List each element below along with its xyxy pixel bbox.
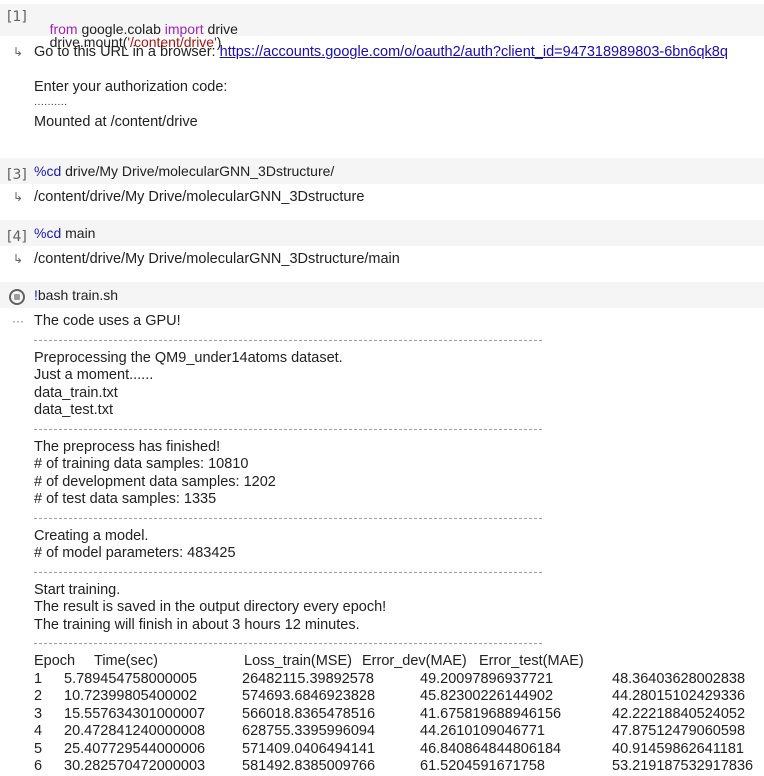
table-cell: 581492.8385009766 — [242, 758, 376, 774]
auth-code-field[interactable]: ·········· — [34, 96, 67, 114]
table-row: 3 15.557634301000007 566018.8365478516 41.6… — [34, 706, 753, 724]
table-cell: 26482115.39892578 — [242, 670, 374, 687]
code-cell-3[interactable]: [3] %cd drive/My Drive/molecularGNN_3Dst… — [0, 158, 764, 184]
log-line: # of test data samples: 1335 — [34, 491, 217, 507]
log-line: Creating a model. — [34, 527, 149, 544]
table-cell: 45.82300226144902 — [420, 688, 554, 704]
table-header-row: Epoch Time(sec) Loss_train(MSE) Error_de… — [34, 653, 584, 671]
table-row: 5 25.407729544000006 571409.0406494141 46.8… — [34, 741, 753, 759]
table-cell: 41.675819688946156 — [420, 705, 562, 722]
column-header: Loss_train(MSE) — [244, 653, 352, 669]
separator — [34, 339, 542, 342]
table-cell: 30.282570472000003 — [64, 758, 206, 774]
log-line: The result is saved in the output direct… — [34, 599, 387, 615]
table-cell: 47.87512479060598 — [612, 723, 746, 739]
log-line: The training will finish in about 3 hour… — [34, 616, 360, 633]
table-cell: 5 — [34, 740, 43, 757]
table-cell: 3 — [34, 705, 43, 722]
table-cell: 628755.3395996094 — [242, 723, 376, 739]
log-line: data_test.txt — [34, 402, 113, 418]
code-editor[interactable]: !bash train.sh — [34, 288, 118, 302]
column-header: Time(sec) — [94, 653, 158, 669]
table-cell: 42.22218840524052 — [612, 705, 746, 722]
table-cell: 4 — [34, 723, 43, 739]
cell-output-1: Go to this URL in a browser: https://acc… — [34, 44, 728, 62]
table-row: 4 20.472841240000008 628755.3395996094 44.2… — [34, 723, 753, 741]
output-text: Go to this URL in a browser: — [34, 44, 220, 60]
column-header: Error_test(MAE) — [479, 653, 584, 669]
separator — [34, 428, 542, 431]
code-arg: drive/My Drive/molecularGNN_3Dstructure/ — [61, 163, 335, 179]
log-line: Preprocessing the QM9_under14atoms datas… — [34, 349, 343, 366]
table-cell: 53.219187532917836 — [612, 758, 754, 774]
table-cell: 10.72399805400002 — [64, 688, 198, 704]
log-line: data_train.txt — [34, 384, 118, 401]
magic-command: %cd — [34, 163, 62, 179]
auth-url-link[interactable]: https://accounts.google.com/o/oauth2/aut… — [220, 44, 728, 60]
table-cell: 566018.8365478516 — [242, 705, 376, 722]
table-cell: 49.20097896937721 — [420, 670, 554, 687]
table-cell: 15.557634301000007 — [64, 705, 206, 722]
code-cell-1[interactable]: [1] from google.colab import drive drive… — [0, 4, 764, 49]
magic-command: %cd — [34, 225, 62, 241]
shell-command: bash train.sh — [37, 287, 119, 303]
code-editor[interactable]: %cd main — [34, 226, 95, 240]
table-row: 2 10.72399805400002 574693.6846923828 45.82… — [34, 688, 753, 706]
code-arg: main — [61, 225, 96, 241]
cell-output-4: /content/drive/My Drive/molecularGNN_3Ds… — [34, 251, 400, 267]
code-editor[interactable]: %cd drive/My Drive/molecularGNN_3Dstruct… — [34, 164, 334, 178]
separator — [34, 571, 542, 574]
code-cell-running[interactable]: !bash train.sh — [0, 282, 764, 308]
table-cell: 1 — [34, 670, 43, 687]
table-cell: 571409.0406494141 — [242, 740, 376, 757]
cell-output-3: /content/drive/My Drive/molecularGNN_3Ds… — [34, 189, 365, 205]
table-row: 6 30.282570472000003 581492.8385009766 61.5… — [34, 758, 753, 776]
table-cell: 40.91459862641181 — [612, 740, 744, 757]
output-arrow-icon: ↳ — [13, 252, 24, 266]
table-cell: 48.36403628002838 — [612, 670, 746, 687]
output-arrow-icon: ↳ — [13, 190, 24, 204]
table-cell: 44.2610109046771 — [420, 723, 545, 739]
table-cell: 46.840864844806184 — [420, 740, 562, 757]
table-row: 1 5.789454758000005 26482115.39892578 49.20… — [34, 671, 753, 689]
table-cell: 25.407729544000006 — [64, 740, 206, 757]
log-line: # of model parameters: 483425 — [34, 545, 236, 561]
epoch-rows: 1 5.789454758000005 26482115.39892578 49.20… — [34, 671, 753, 776]
table-cell: 61.5204591671758 — [420, 758, 545, 774]
cell-prompt: [4] — [7, 229, 27, 245]
table-cell: 6 — [34, 758, 43, 774]
separator — [34, 643, 542, 645]
log-line: The preprocess has finished! — [34, 438, 221, 455]
column-header: Epoch — [34, 653, 76, 669]
table-cell: 2 — [34, 688, 43, 704]
code-cell-4[interactable]: [4] %cd main — [0, 220, 764, 246]
column-header: Error_dev(MAE) — [362, 653, 467, 669]
table-cell: 5.789454758000005 — [64, 670, 198, 687]
table-cell: 44.28015102429336 — [612, 688, 746, 704]
auth-prompt: Enter your authorization code: — [34, 79, 228, 95]
mount-status: Mounted at /content/drive — [34, 114, 198, 130]
table-cell: 20.472841240000008 — [64, 723, 206, 739]
table-cell: 574693.6846923828 — [242, 688, 376, 704]
cell-prompt: [3] — [7, 167, 27, 183]
epoch-table: Epoch Time(sec) Loss_train(MSE) Error_de… — [34, 653, 584, 671]
log-line: Just a moment...... — [34, 367, 154, 383]
log-line: # of development data samples: 1202 — [34, 473, 276, 490]
cell-prompt: [1] — [7, 9, 27, 25]
log-line: # of training data samples: 10810 — [34, 456, 249, 472]
running-spinner-icon[interactable] — [9, 289, 25, 305]
training-output: The code uses a GPU! Preprocessing the Q… — [34, 313, 754, 776]
gpu-line: The code uses a GPU! — [34, 313, 181, 329]
separator — [34, 517, 542, 520]
output-arrow-icon: ↳ — [13, 45, 24, 59]
log-line: Start training. — [34, 581, 121, 598]
output-more-icon: ··· — [12, 314, 24, 328]
